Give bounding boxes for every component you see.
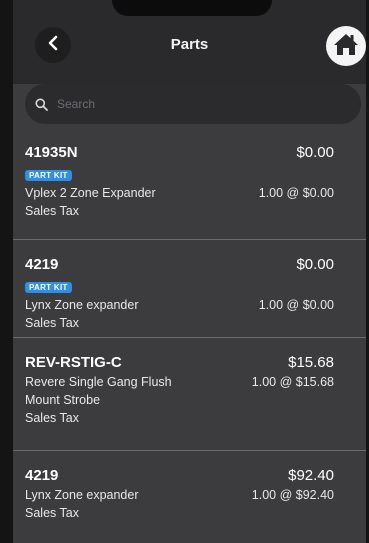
part-quantity: 1.00 @ $92.40 bbox=[251, 488, 334, 502]
parts-list: 41935N $0.00 PART KIT Vplex 2 Zone Expan… bbox=[13, 142, 366, 541]
part-description-line-2: Mount Strobe bbox=[25, 393, 101, 407]
part-code: 4219 bbox=[25, 256, 59, 273]
search-input[interactable] bbox=[55, 96, 349, 112]
part-description: Lynx Zone expander bbox=[25, 298, 139, 312]
part-quantity: 1.00 @ $0.00 bbox=[258, 298, 334, 312]
app-screen: Parts 41935N $0.00 bbox=[0, 0, 369, 543]
part-price: $15.68 bbox=[288, 354, 334, 371]
list-item[interactable]: 4219 $92.40 Lynx Zone expander 1.00 @ $9… bbox=[13, 451, 366, 541]
part-quantity: 1.00 @ $0.00 bbox=[258, 186, 334, 200]
tax-label: Sales Tax bbox=[25, 204, 79, 218]
part-kit-badge: PART KIT bbox=[25, 282, 72, 293]
device-notch bbox=[112, 0, 272, 16]
tax-label: Sales Tax bbox=[25, 506, 79, 520]
part-price: $0.00 bbox=[296, 256, 334, 273]
home-button[interactable] bbox=[326, 26, 366, 66]
part-description: Revere Single Gang Flush bbox=[25, 375, 172, 389]
part-price: $0.00 bbox=[296, 144, 334, 161]
tax-label: Sales Tax bbox=[25, 316, 79, 330]
part-kit-badge: PART KIT bbox=[25, 170, 72, 181]
page-title: Parts bbox=[170, 36, 209, 53]
home-icon bbox=[333, 32, 359, 61]
list-item[interactable]: 41935N $0.00 PART KIT Vplex 2 Zone Expan… bbox=[13, 142, 366, 240]
part-code: 4219 bbox=[25, 467, 59, 484]
part-description: Lynx Zone expander bbox=[25, 488, 139, 502]
tax-label: Sales Tax bbox=[25, 411, 79, 425]
search-icon bbox=[35, 97, 49, 111]
part-price: $92.40 bbox=[288, 467, 334, 484]
search-bar[interactable] bbox=[25, 84, 361, 124]
device-frame-left bbox=[0, 0, 13, 543]
part-description: Vplex 2 Zone Expander bbox=[25, 186, 156, 200]
part-quantity: 1.00 @ $15.68 bbox=[251, 375, 334, 389]
part-code: 41935N bbox=[25, 144, 78, 161]
list-item[interactable]: 4219 $0.00 PART KIT Lynx Zone expander 1… bbox=[13, 240, 366, 338]
list-item[interactable]: REV-RSTIG-C $15.68 Revere Single Gang Fl… bbox=[13, 338, 366, 451]
part-code: REV-RSTIG-C bbox=[25, 354, 122, 371]
